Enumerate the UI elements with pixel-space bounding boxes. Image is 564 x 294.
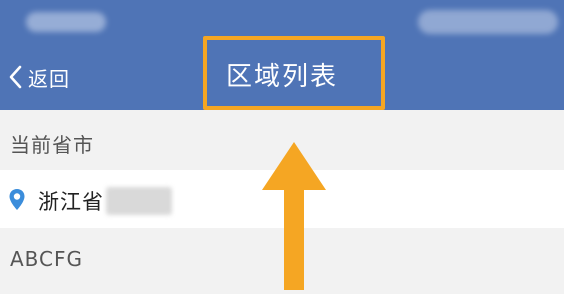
status-bar-info-blurred bbox=[26, 12, 106, 32]
province-label: 浙江省 bbox=[38, 190, 104, 214]
status-bar-icons-blurred bbox=[418, 10, 558, 34]
section-header-label: 当前省市 bbox=[10, 133, 94, 157]
title-highlight-box bbox=[203, 36, 385, 110]
up-arrow-icon bbox=[258, 140, 330, 294]
location-pin-icon bbox=[8, 188, 26, 216]
city-name-blurred bbox=[106, 187, 172, 215]
section-header-label: ABCFG bbox=[10, 247, 84, 271]
